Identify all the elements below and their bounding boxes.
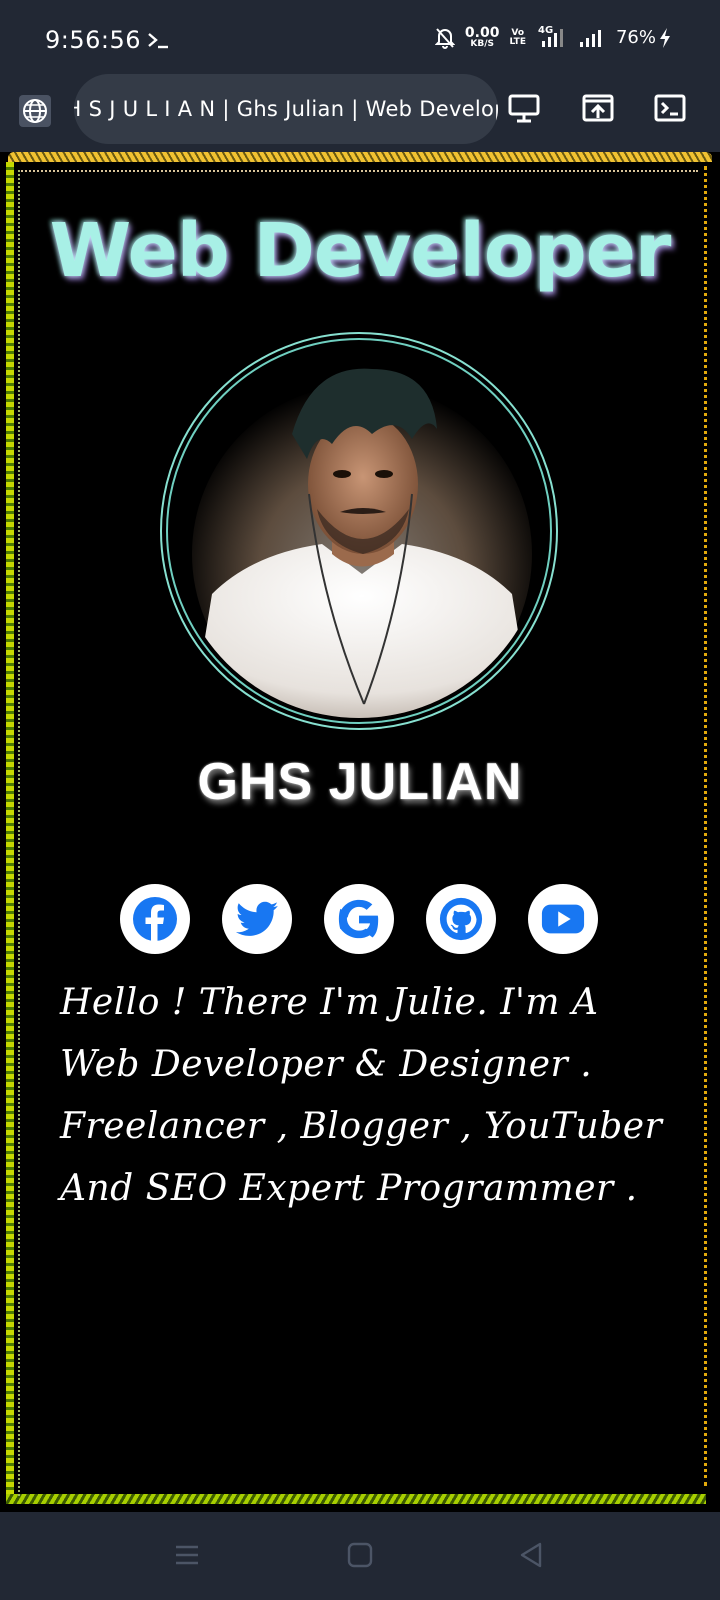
browser-toolbar: G H S J U L I A N | Ghs Julian | Web Dev… (0, 72, 720, 152)
net-speed-value: 0.00 (464, 25, 500, 41)
profile-name: GHS JULIAN (197, 753, 523, 811)
terminal-prompt-icon (148, 33, 168, 49)
net-speed-unit: KB/S (470, 39, 494, 49)
profile-photo (172, 344, 546, 718)
youtube-link[interactable] (528, 884, 598, 954)
twitter-link[interactable] (222, 884, 292, 954)
globe-icon[interactable] (18, 94, 52, 128)
github-link[interactable] (426, 884, 496, 954)
github-icon (439, 897, 483, 941)
charging-icon (660, 27, 670, 48)
google-icon (338, 899, 379, 939)
frame-border-right (700, 166, 707, 1486)
page-title: Web Developer (49, 208, 672, 294)
bio-text: Hello ! There I'm Julie. I'm A Web Devel… (60, 982, 663, 1209)
youtube-icon (541, 904, 585, 934)
address-bar[interactable]: G H S J U L I A N | Ghs Julian | Web Dev… (74, 74, 498, 144)
battery-level: 76% (615, 27, 656, 48)
frame-border-left (6, 162, 14, 1502)
status-time: 9:56:56 (45, 26, 142, 54)
back-icon[interactable] (516, 1540, 546, 1570)
home-icon[interactable] (345, 1540, 375, 1570)
navigation-bar (0, 1512, 720, 1600)
frame-inner-top (18, 170, 698, 172)
desktop-icon[interactable] (506, 90, 542, 126)
frame-inner-left (18, 170, 20, 1496)
net-speed: 0.00 KB/S (465, 26, 500, 49)
open-external-icon[interactable] (580, 90, 616, 126)
twitter-icon (235, 901, 279, 936)
signal-bars-icon (541, 28, 563, 47)
status-icons: 0.00 KB/S Vo LTE 4G 76% (434, 25, 672, 49)
volte-bottom: LTE (509, 36, 526, 47)
volte-badge: Vo LTE (509, 28, 526, 47)
social-links (120, 884, 600, 956)
console-icon[interactable] (652, 90, 688, 126)
status-bar: 9:56:56 0.00 KB/S Vo LTE 4G 76% (0, 0, 720, 72)
web-page: Web Developer GHS JULIAN Hello ! There I… (0, 152, 720, 1512)
signal-strength-icon (579, 29, 601, 47)
frame-border-top (8, 152, 712, 162)
bell-off-icon (434, 27, 455, 49)
frame-border-bottom (6, 1494, 706, 1504)
facebook-icon (133, 897, 177, 941)
signal-4g: 4G (536, 25, 568, 49)
avatar (172, 344, 546, 718)
page-title-url: G H S J U L I A N | Ghs Julian | Web Dev… (74, 97, 498, 121)
menu-icon[interactable] (172, 1540, 202, 1570)
google-link[interactable] (324, 884, 394, 954)
facebook-link[interactable] (120, 884, 190, 954)
